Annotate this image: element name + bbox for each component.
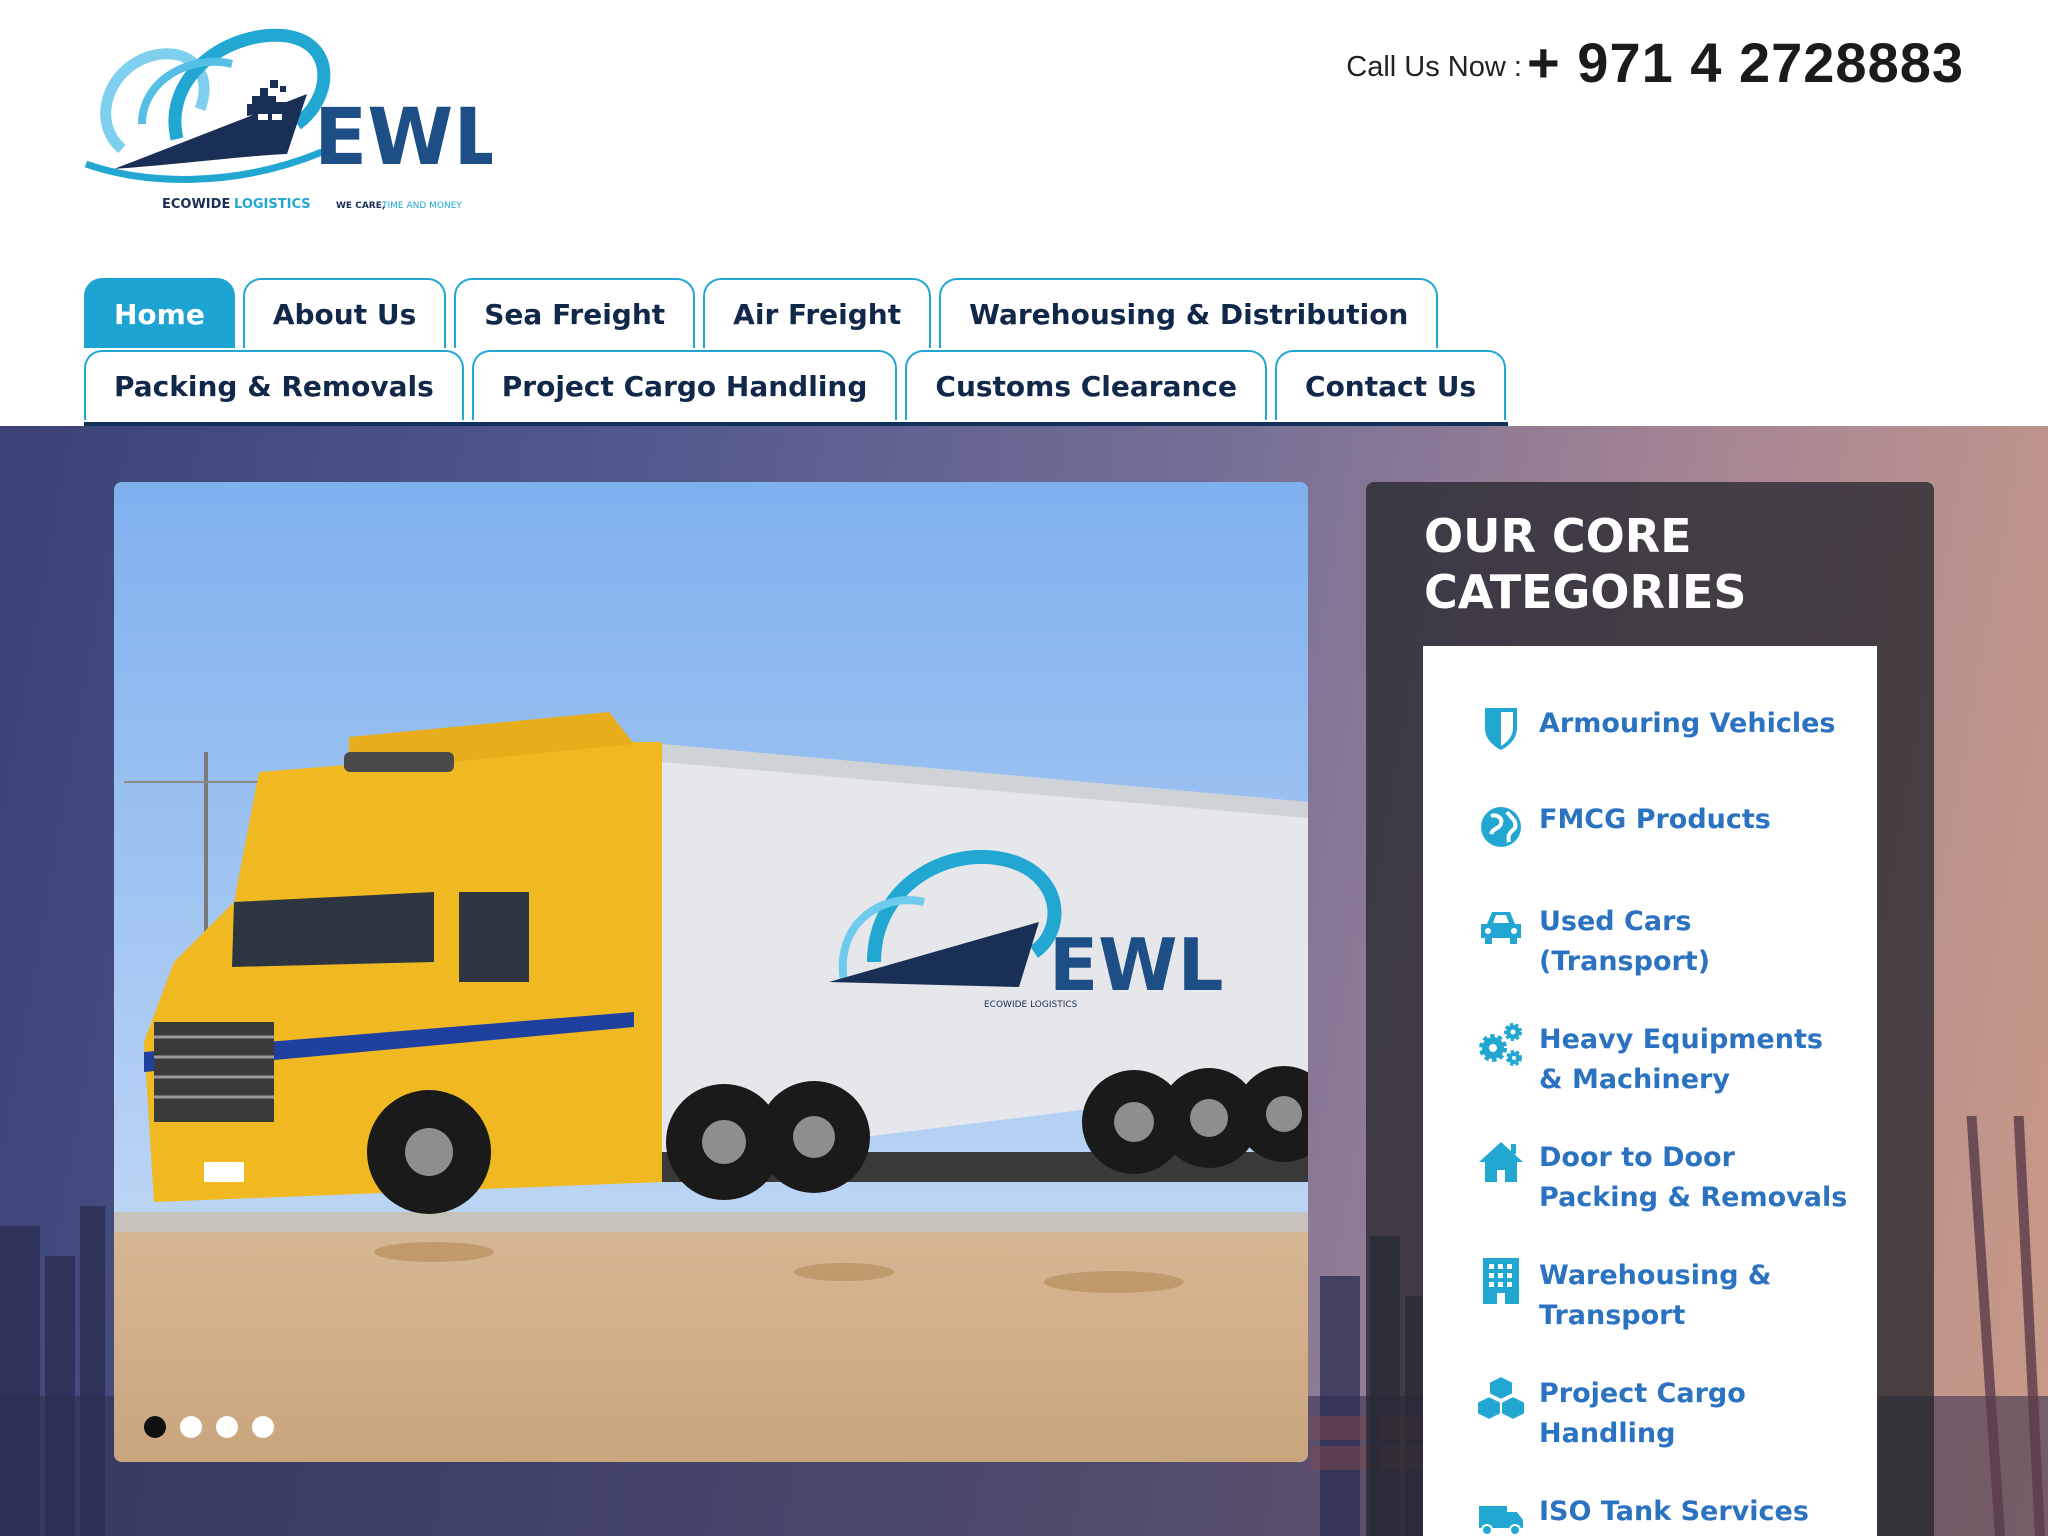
- tab-contact-us[interactable]: Contact Us: [1275, 350, 1507, 420]
- call-us[interactable]: Call Us Now : + 971 4 2728883: [1346, 30, 1964, 95]
- svg-text:ECOWIDE: ECOWIDE: [162, 197, 230, 212]
- category-warehousing-transport[interactable]: Warehousing & Transport: [1477, 1256, 1857, 1336]
- tab-warehousing-distribution[interactable]: Warehousing & Distribution: [939, 278, 1439, 348]
- cubes-icon: [1477, 1374, 1539, 1434]
- truck-photo: EWL ECOWIDE LOGISTICS: [114, 482, 1308, 1462]
- logo-graphic: EWL ECOWIDE LOGISTICS WE CARE, TIME AND …: [84, 28, 492, 212]
- logo-wordmark: EWL: [314, 93, 492, 183]
- slide-dot-1[interactable]: [144, 1416, 166, 1438]
- nav-row-1: Home About Us Sea Freight Air Freight Wa…: [84, 278, 1439, 348]
- category-door-to-door[interactable]: Door to Door Packing & Removals: [1477, 1138, 1857, 1218]
- main-nav: Home About Us Sea Freight Air Freight Wa…: [84, 278, 1508, 426]
- categories-list: Armouring Vehicles FMCG Products Used Ca…: [1423, 646, 1877, 1536]
- gears-icon: [1477, 1020, 1539, 1080]
- core-categories-panel: OUR CORE CATEGORIES Armouring Vehicles F…: [1366, 482, 1934, 1536]
- ewl-logo[interactable]: EWL ECOWIDE LOGISTICS WE CARE, TIME AND …: [82, 24, 492, 220]
- tab-home[interactable]: Home: [84, 278, 235, 348]
- slide-dot-3[interactable]: [216, 1416, 238, 1438]
- category-iso-tank-services[interactable]: ISO Tank Services: [1477, 1492, 1857, 1536]
- tab-packing-removals[interactable]: Packing & Removals: [84, 350, 464, 420]
- svg-text:TIME AND MONEY: TIME AND MONEY: [381, 201, 462, 211]
- tab-sea-freight[interactable]: Sea Freight: [454, 278, 696, 348]
- slide-dot-2[interactable]: [180, 1416, 202, 1438]
- site-header: EWL ECOWIDE LOGISTICS WE CARE, TIME AND …: [0, 0, 2048, 426]
- svg-text:WE CARE,: WE CARE,: [336, 201, 385, 211]
- category-used-cars[interactable]: Used Cars (Transport): [1477, 902, 1857, 982]
- call-label: Call Us Now :: [1346, 51, 1522, 83]
- hero-section: EWL ECOWIDE LOGISTICS OUR CORE CATEGORIE…: [0, 426, 2048, 1536]
- svg-text:LOGISTICS: LOGISTICS: [234, 197, 311, 212]
- globe-icon: [1477, 800, 1539, 860]
- tab-customs-clearance[interactable]: Customs Clearance: [905, 350, 1268, 420]
- category-project-cargo[interactable]: Project Cargo Handling: [1477, 1374, 1857, 1454]
- nav-row-2: Packing & Removals Project Cargo Handlin…: [84, 350, 1507, 420]
- car-icon: [1477, 902, 1539, 962]
- slider-dots: [144, 1416, 274, 1438]
- slide-dot-4[interactable]: [252, 1416, 274, 1438]
- hero-slider[interactable]: EWL ECOWIDE LOGISTICS: [114, 482, 1308, 1462]
- tab-about-us[interactable]: About Us: [242, 278, 447, 348]
- category-armouring-vehicles[interactable]: Armouring Vehicles: [1477, 704, 1857, 764]
- svg-text:ECOWIDE LOGISTICS: ECOWIDE LOGISTICS: [984, 1000, 1078, 1010]
- tab-air-freight[interactable]: Air Freight: [703, 278, 932, 348]
- tab-project-cargo-handling[interactable]: Project Cargo Handling: [471, 350, 898, 420]
- building-icon: [1477, 1256, 1539, 1316]
- phone-number[interactable]: + 971 4 2728883: [1527, 31, 1964, 94]
- category-fmcg-products[interactable]: FMCG Products: [1477, 800, 1857, 860]
- home-icon: [1477, 1138, 1539, 1198]
- trailer-logo-text: EWL: [1049, 923, 1223, 1007]
- category-heavy-equipments[interactable]: Heavy Equipments & Machinery: [1477, 1020, 1857, 1100]
- categories-heading: OUR CORE CATEGORIES: [1424, 509, 1747, 619]
- truck-icon: [1477, 1492, 1539, 1536]
- shield-icon: [1477, 704, 1539, 764]
